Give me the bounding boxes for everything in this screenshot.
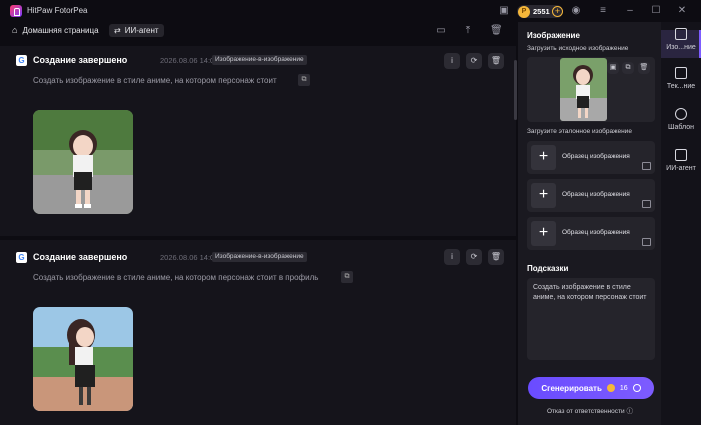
copy-icon[interactable]: ⧉ bbox=[341, 271, 353, 283]
ai-agent-label: ИИ-агент bbox=[124, 26, 159, 35]
delete-button[interactable]: 🗑 bbox=[488, 53, 504, 69]
rail-item-template[interactable]: Шаблон bbox=[661, 108, 701, 131]
generated-image[interactable] bbox=[33, 307, 133, 411]
replace-image-icon[interactable]: ▣ bbox=[607, 62, 619, 74]
rail-item-image[interactable]: Изо...ние bbox=[661, 28, 701, 51]
regenerate-button[interactable]: ⟳ bbox=[466, 249, 482, 265]
export-icon[interactable]: ⤒ bbox=[462, 25, 474, 37]
home-label: Домашняя страница bbox=[22, 25, 99, 35]
image-icon bbox=[675, 28, 687, 40]
rail-item-label: Шаблон bbox=[668, 124, 694, 131]
disclaimer-label: Отказ от ответственности bbox=[547, 408, 625, 415]
regenerate-button[interactable]: ⟳ bbox=[466, 53, 482, 69]
slot-label: Образец изображения bbox=[562, 191, 630, 198]
google-icon: G bbox=[16, 252, 27, 263]
rail-item-label: ИИ-агент bbox=[666, 165, 696, 172]
reference-slot[interactable]: + Образец изображения bbox=[527, 141, 655, 174]
ai-agent-button[interactable]: ⇄ ИИ-агент bbox=[109, 24, 164, 37]
home-link[interactable]: ⌂ Домашняя страница bbox=[12, 25, 99, 35]
scrollbar[interactable] bbox=[514, 60, 517, 120]
close-icon[interactable]: ✕ bbox=[676, 5, 688, 17]
app-logo bbox=[10, 5, 22, 17]
source-image bbox=[560, 58, 607, 121]
template-icon bbox=[675, 108, 687, 120]
screen-icon[interactable]: ▣ bbox=[498, 5, 510, 17]
gallery-icon[interactable] bbox=[642, 200, 651, 208]
rail-item-label: Тек...ние bbox=[666, 83, 696, 90]
reference-label: Загрузите эталонное изображение bbox=[527, 128, 632, 135]
prompt-textarea[interactable]: Создать изображение в стиле аниме, на ко… bbox=[527, 278, 655, 360]
home-icon: ⌂ bbox=[12, 25, 18, 35]
swap-icon: ⇄ bbox=[114, 26, 121, 35]
menu-icon[interactable]: ≡ bbox=[597, 5, 609, 17]
maximize-icon[interactable]: ☐ bbox=[650, 5, 662, 17]
card-tag: Изображение-в-изображение bbox=[212, 55, 307, 65]
app-title: HitPaw FotorPea bbox=[27, 6, 88, 15]
card-title: Создание завершено bbox=[33, 252, 128, 262]
card-prompt: Создать изображение в стиле аниме, на ко… bbox=[33, 273, 319, 282]
info-icon bbox=[632, 384, 641, 392]
coin-count: 2551 bbox=[533, 7, 550, 16]
info-icon: ⓘ bbox=[626, 408, 633, 415]
user-icon[interactable]: ◉ bbox=[570, 5, 582, 17]
reference-slot[interactable]: + Образец изображения bbox=[527, 217, 655, 250]
book-icon[interactable]: ▭ bbox=[435, 25, 447, 37]
hints-heading: Подсказки bbox=[527, 264, 569, 273]
card-prompt: Создать изображение в стиле аниме, на ко… bbox=[33, 76, 277, 85]
info-button[interactable]: i bbox=[444, 249, 460, 265]
coin-icon bbox=[606, 384, 615, 392]
trash-icon[interactable]: 🗑 bbox=[490, 25, 503, 37]
remove-image-icon[interactable]: 🗑 bbox=[638, 62, 650, 74]
coin-icon: P bbox=[518, 5, 530, 18]
generate-button[interactable]: Сгенерировать 16 bbox=[528, 377, 654, 399]
generate-label: Сгенерировать bbox=[541, 383, 602, 393]
panel-heading: Изображение bbox=[527, 31, 580, 40]
plus-icon: + bbox=[531, 221, 556, 246]
generate-cost: 16 bbox=[619, 384, 628, 392]
gallery-icon[interactable] bbox=[642, 162, 651, 170]
ai-agent-icon bbox=[675, 149, 687, 161]
rail-item-text[interactable]: Тек...ние bbox=[661, 67, 701, 90]
rail-item-label: Изо...ние bbox=[666, 44, 696, 51]
slot-label: Образец изображения bbox=[562, 229, 630, 236]
delete-button[interactable]: 🗑 bbox=[488, 249, 504, 265]
gallery-icon[interactable] bbox=[642, 238, 651, 246]
title-bar bbox=[0, 0, 701, 22]
slot-label: Образец изображения bbox=[562, 153, 630, 160]
crop-icon[interactable]: ⧉ bbox=[622, 62, 634, 74]
upload-label: Загрузить исходное изображение bbox=[527, 45, 629, 52]
plus-icon: + bbox=[531, 145, 556, 170]
reference-slot[interactable]: + Образец изображения bbox=[527, 179, 655, 212]
add-coins-icon[interactable]: + bbox=[552, 6, 563, 17]
google-icon: G bbox=[16, 55, 27, 66]
rail-item-ai-agent[interactable]: ИИ-агент bbox=[661, 149, 701, 172]
info-button[interactable]: i bbox=[444, 53, 460, 69]
disclaimer-link[interactable]: Отказ от ответственности ⓘ bbox=[547, 405, 633, 415]
card-title: Создание завершено bbox=[33, 55, 128, 65]
card-tag: Изображение-в-изображение bbox=[212, 252, 307, 262]
minimize-icon[interactable]: – bbox=[624, 5, 636, 17]
copy-icon[interactable]: ⧉ bbox=[298, 74, 310, 86]
text-image-icon bbox=[675, 67, 687, 79]
plus-icon: + bbox=[531, 183, 556, 208]
generated-image[interactable] bbox=[33, 110, 133, 214]
